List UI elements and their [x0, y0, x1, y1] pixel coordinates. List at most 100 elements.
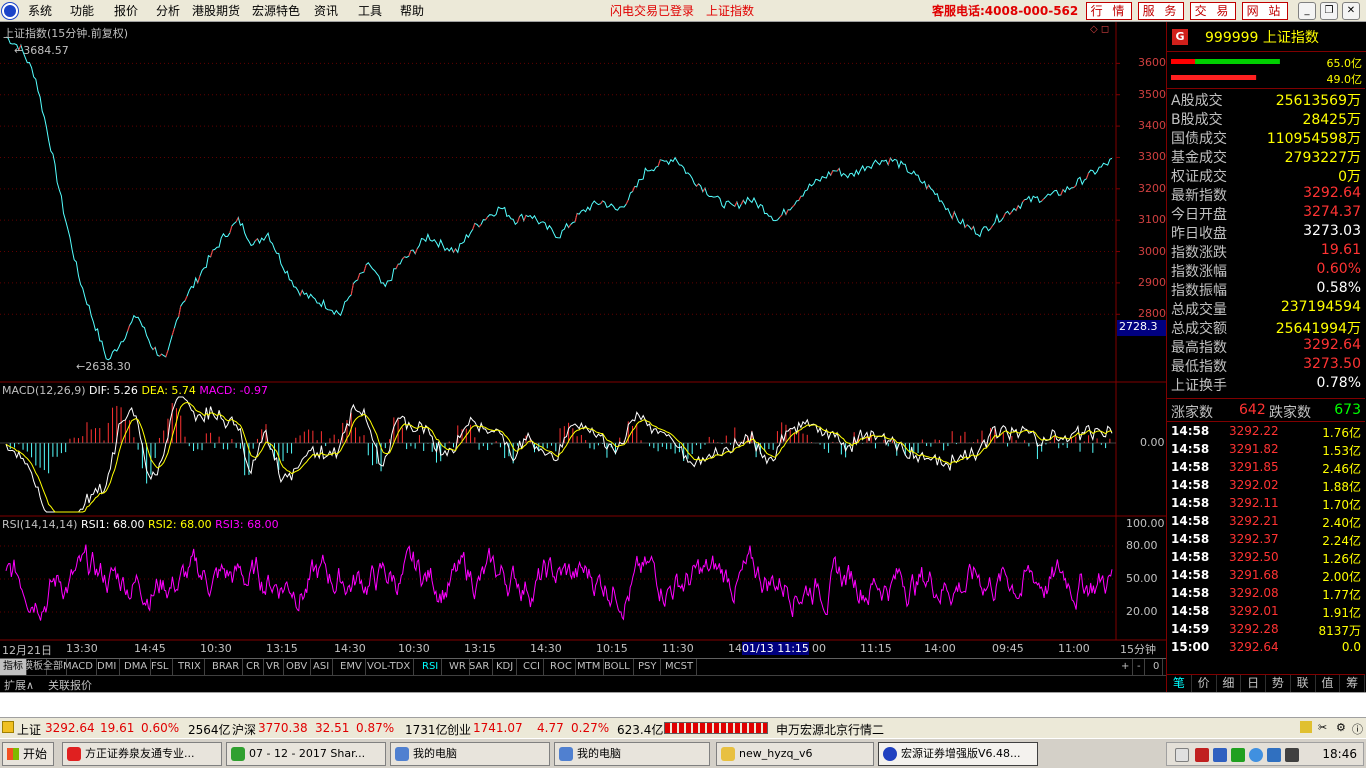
indicator-tab-vr[interactable]: VR — [263, 659, 284, 675]
tray-flag-icon[interactable] — [1195, 748, 1209, 762]
panel-tab-0[interactable]: 笔 — [1167, 675, 1192, 692]
indicator-tab-mtm[interactable]: MTM — [574, 659, 605, 675]
quote-row: 昨日收盘 3273.03 — [1167, 223, 1365, 242]
chart-canvas[interactable] — [0, 22, 1166, 658]
lock-icon[interactable] — [1300, 721, 1312, 733]
menu-item-2[interactable]: 报价 — [114, 0, 138, 22]
menu-item-5[interactable]: 宏源特色 — [252, 0, 300, 22]
rsi-axis-tick: 80.00 — [1126, 539, 1158, 552]
indicator-tab-dmi[interactable]: DMI — [94, 659, 121, 675]
task-item-computer-2[interactable]: 我的电脑 — [554, 742, 710, 766]
indicator-tab-vol-tdx[interactable]: VOL-TDX — [364, 659, 415, 675]
kline-chart[interactable]: 上证指数(15分钟.前复权) ←3684.57 ←2638.30 2728.3 … — [0, 22, 1166, 658]
indicator-tab-asi[interactable]: ASI — [310, 659, 334, 675]
indicator-control-2[interactable]: 0 — [1150, 659, 1164, 675]
cy-amount: 623.4亿 — [617, 723, 664, 737]
website-button[interactable]: 网 站 — [1242, 2, 1288, 20]
task-item-fangzheng[interactable]: 方正证券泉友通专业... — [62, 742, 222, 766]
menu-item-6[interactable]: 资讯 — [314, 0, 338, 22]
price-up-segment — [1073, 185, 1077, 188]
menu-item-8[interactable]: 帮助 — [400, 0, 424, 22]
indicator-tab-dma[interactable]: DMA — [121, 659, 152, 675]
tray-network-icon[interactable] — [1213, 748, 1227, 762]
tick-time: 14:58 — [1171, 550, 1210, 564]
close-icon[interactable]: ✕ — [1342, 2, 1360, 20]
quotes-button[interactable]: 行 情 — [1086, 2, 1132, 20]
indicator-tab-fsl[interactable]: FSL — [148, 659, 173, 675]
sub-tabbar: 扩展∧ 关联报价 — [0, 675, 1166, 692]
app-icon — [231, 747, 245, 761]
os-taskbar: 开始 方正证券泉友通专业... 07 - 12 - 2017 Shar... 我… — [0, 738, 1366, 768]
panel-tab-4[interactable]: 势 — [1266, 675, 1291, 692]
start-button[interactable]: 开始 — [2, 742, 54, 766]
indicator-tab-roc[interactable]: ROC — [547, 659, 576, 675]
indicator-tab-sar[interactable]: SAR — [466, 659, 494, 675]
panel-tab-7[interactable]: 筹 — [1340, 675, 1365, 692]
indicator-tab-rsi[interactable]: RSI — [419, 659, 443, 675]
indicator-tab-macd[interactable]: MACD — [60, 659, 97, 675]
menu-item-7[interactable]: 工具 — [358, 0, 382, 22]
tools-icon[interactable]: ✂ — [1318, 721, 1327, 734]
indicator-tab-brar[interactable]: BRAR — [209, 659, 244, 675]
quote-value: 2793227万 — [1284, 150, 1361, 166]
settings-icon[interactable]: ⚙ — [1336, 721, 1346, 734]
quote-value: 3274.37 — [1303, 204, 1361, 220]
hs-label[interactable]: 沪深 — [232, 721, 256, 738]
menu-item-4[interactable]: 港股期货 — [192, 0, 240, 22]
quote-value: 25641994万 — [1275, 321, 1361, 337]
indicator-tab-cci[interactable]: CCI — [520, 659, 544, 675]
task-item-computer-1[interactable]: 我的电脑 — [390, 742, 550, 766]
indicator-tab-boll[interactable]: BOLL — [601, 659, 634, 675]
restore-icon[interactable]: ❐ — [1320, 2, 1338, 20]
tray-bluetooth-icon[interactable] — [1267, 748, 1281, 762]
tray-shield-icon[interactable] — [1231, 748, 1245, 762]
tray-icon[interactable] — [1175, 748, 1189, 762]
related-quotes-tab[interactable]: 关联报价 — [48, 677, 92, 693]
price-up-segment — [1022, 199, 1026, 203]
app-icon — [67, 747, 81, 761]
status-index[interactable]: 上证指数 — [706, 0, 754, 22]
panel-tab-6[interactable]: 值 — [1316, 675, 1341, 692]
system-tray: 18:46 — [1166, 742, 1364, 766]
panel-tab-1[interactable]: 价 — [1192, 675, 1217, 692]
tray-update-icon[interactable] — [1249, 748, 1263, 762]
price-up-segment — [485, 216, 489, 221]
indicator-control-0[interactable]: + — [1118, 659, 1134, 675]
period-label[interactable]: 15分钟 — [1120, 641, 1156, 657]
computer-icon — [395, 747, 409, 761]
menu-item-1[interactable]: 功能 — [70, 0, 94, 22]
price-up-segment — [235, 217, 239, 222]
expand-tab[interactable]: 扩展∧ — [4, 677, 34, 693]
tray-volume-icon[interactable] — [1285, 748, 1299, 762]
price-up-segment — [657, 159, 661, 167]
indicator-tab-psy[interactable]: PSY — [635, 659, 661, 675]
tick-row: 14:58 3292.11 1.70亿 — [1167, 496, 1365, 514]
trade-button[interactable]: 交 易 — [1190, 2, 1236, 20]
index-bar: 上证 3292.64 19.61 0.60% 2564亿 沪深 3770.38 … — [0, 717, 1366, 738]
chart-expand-icon[interactable]: ◇ ◻ — [1090, 24, 1109, 35]
indicator-control-1[interactable]: - — [1134, 659, 1145, 675]
server-name[interactable]: 申万宏源北京行情二 — [776, 721, 884, 738]
indicator-tab-trix[interactable]: TRIX — [175, 659, 205, 675]
tick-row: 14:58 3292.01 1.91亿 — [1167, 604, 1365, 622]
minimize-icon[interactable]: _ — [1298, 2, 1316, 20]
menu-item-0[interactable]: 系统 — [28, 0, 52, 22]
task-item-folder[interactable]: new_hyzq_v6 — [716, 742, 874, 766]
service-phone: 客服电话:4008-000-562 — [932, 4, 1079, 18]
quote-key: 国债成交 — [1171, 131, 1227, 147]
task-item-sharex[interactable]: 07 - 12 - 2017 Shar... — [226, 742, 386, 766]
info-icon[interactable]: ⓘ — [1352, 721, 1363, 737]
panel-tab-5[interactable]: 联 — [1291, 675, 1316, 692]
indicator-tab-mcst[interactable]: MCST — [662, 659, 698, 675]
panel-tab-3[interactable]: 日 — [1241, 675, 1266, 692]
task-item-hongyuan[interactable]: 宏源证券增强版V6.48... — [878, 742, 1038, 766]
cy-label[interactable]: 创业 — [447, 721, 471, 738]
panel-tab-2[interactable]: 细 — [1217, 675, 1242, 692]
indicator-tab-obv[interactable]: OBV — [283, 659, 312, 675]
indicator-tab-kdj[interactable]: KDJ — [493, 659, 518, 675]
indicator-tab-emv[interactable]: EMV — [337, 659, 366, 675]
service-button[interactable]: 服 务 — [1138, 2, 1184, 20]
menu-item-3[interactable]: 分析 — [156, 0, 180, 22]
indicator-tab-cr[interactable]: CR — [243, 659, 264, 675]
sh-label[interactable]: 上证 — [17, 721, 41, 738]
